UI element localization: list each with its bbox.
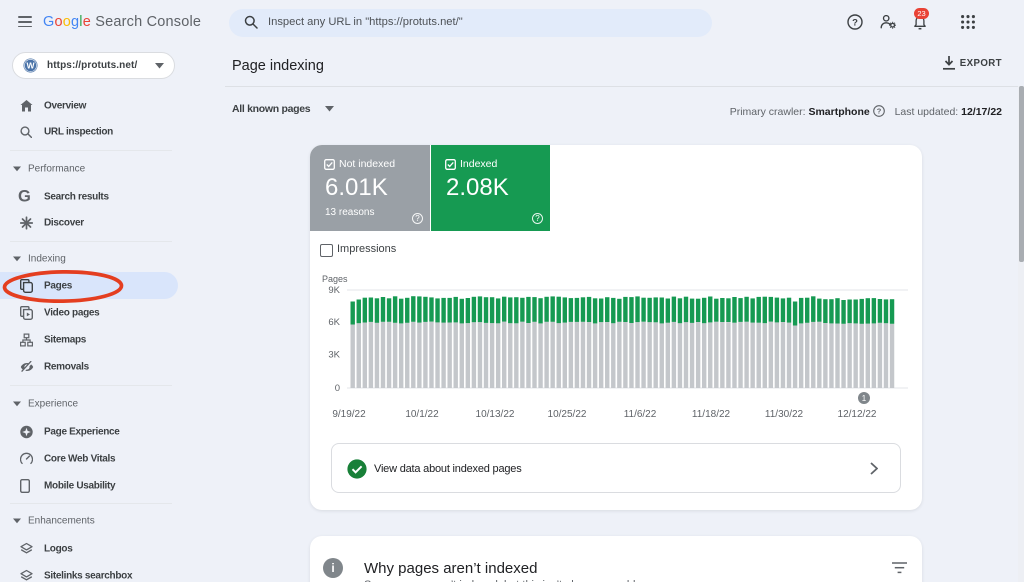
svg-text:1: 1 (862, 394, 867, 403)
svg-text:6K: 6K (328, 317, 340, 328)
svg-text:?: ? (852, 17, 858, 28)
svg-text:12/12/22: 12/12/22 (838, 409, 877, 420)
svg-text:11/18/22: 11/18/22 (692, 409, 731, 420)
svg-text:3K: 3K (328, 350, 340, 361)
svg-text:11/30/22: 11/30/22 (765, 409, 804, 420)
svg-text:W: W (26, 61, 35, 71)
svg-text:10/25/22: 10/25/22 (548, 409, 587, 420)
svg-text:10/1/22: 10/1/22 (405, 409, 439, 420)
svg-text:0: 0 (335, 383, 340, 394)
svg-text:10/13/22: 10/13/22 (476, 409, 515, 420)
svg-text:9K: 9K (328, 285, 340, 296)
svg-text:11/6/22: 11/6/22 (624, 409, 657, 420)
svg-text:9/19/22: 9/19/22 (332, 409, 366, 420)
svg-text:?: ? (876, 107, 881, 116)
